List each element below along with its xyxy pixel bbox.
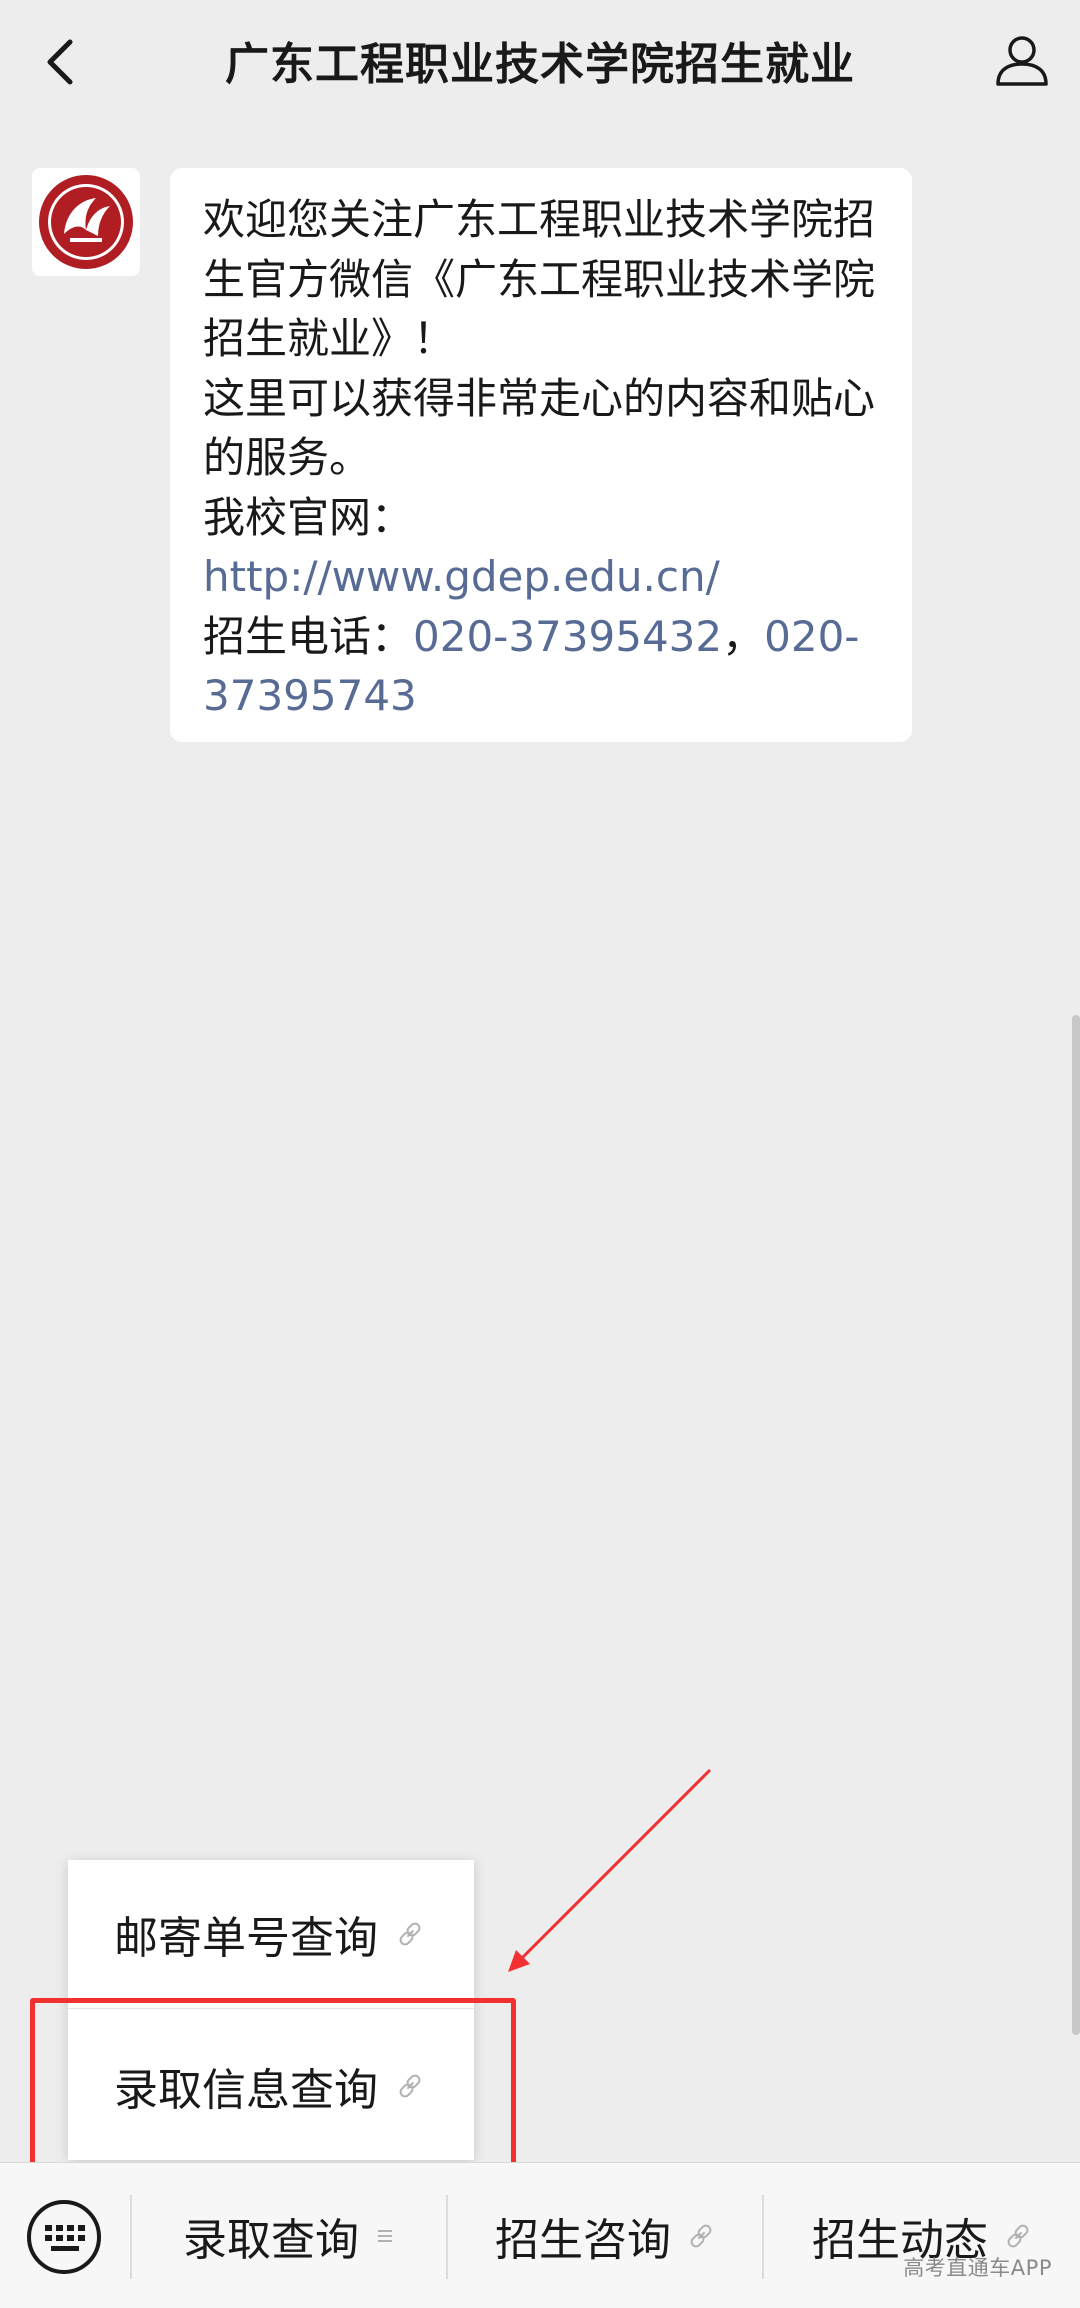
avatar[interactable] <box>32 168 140 276</box>
bottom-menu-bar: 录取查询 招生咨询 招生动态 <box>0 2162 1080 2308</box>
submenu-item-label: 邮寄单号查询 <box>114 1913 378 1964</box>
phone-label: 招生电话： <box>203 611 414 661</box>
phone-line: 招生电话：020-37395432，020-37395743 <box>203 607 882 726</box>
top-nav-bar: 广东工程职业技术学院招生就业 <box>0 0 1080 120</box>
website-line: 我校官网： http://www.gdep.edu.cn/ <box>203 488 882 607</box>
submenu-item-mail-tracking[interactable]: 邮寄单号查询 <box>68 1860 474 2008</box>
menu-tab-label: 录取查询 <box>183 2214 359 2266</box>
red-highlight-box <box>30 1998 516 2168</box>
website-label: 我校官网： <box>203 492 414 542</box>
menu-tab-admission-query[interactable]: 录取查询 <box>132 2163 446 2308</box>
link-icon <box>1004 2222 1032 2250</box>
message-bubble: 欢迎您关注广东工程职业技术学院招生官方微信《广东工程职业技术学院招生就业》！ 这… <box>170 168 912 742</box>
watermark: 高考直通车APP <box>903 2256 1052 2280</box>
link-icon <box>687 2222 715 2250</box>
website-link[interactable]: http://www.gdep.edu.cn/ <box>203 552 720 601</box>
menu-tab-admission-consult[interactable]: 招生咨询 <box>448 2163 762 2308</box>
phone-separator: ， <box>722 611 765 661</box>
chevron-left-icon[interactable] <box>38 34 88 90</box>
link-icon <box>396 1920 424 1948</box>
menu-tab-admission-news[interactable]: 招生动态 <box>764 2163 1080 2308</box>
red-arrow-annotation <box>508 1768 712 1972</box>
school-logo-icon <box>39 175 133 269</box>
scrollbar[interactable] <box>1072 1015 1080 2035</box>
welcome-text: 欢迎您关注广东工程职业技术学院招生官方微信《广东工程职业技术学院招生就业》！ <box>203 195 876 363</box>
submenu-lines-icon <box>375 2226 395 2246</box>
menu-tab-label: 招生咨询 <box>495 2214 671 2266</box>
page-title: 广东工程职业技术学院招生就业 <box>225 39 855 90</box>
user-icon[interactable] <box>992 30 1052 90</box>
keyboard-icon[interactable] <box>25 2198 103 2276</box>
phone-link-1[interactable]: 020-37395432 <box>413 612 722 661</box>
service-text: 这里可以获得非常走心的内容和贴心的服务。 <box>203 373 876 483</box>
